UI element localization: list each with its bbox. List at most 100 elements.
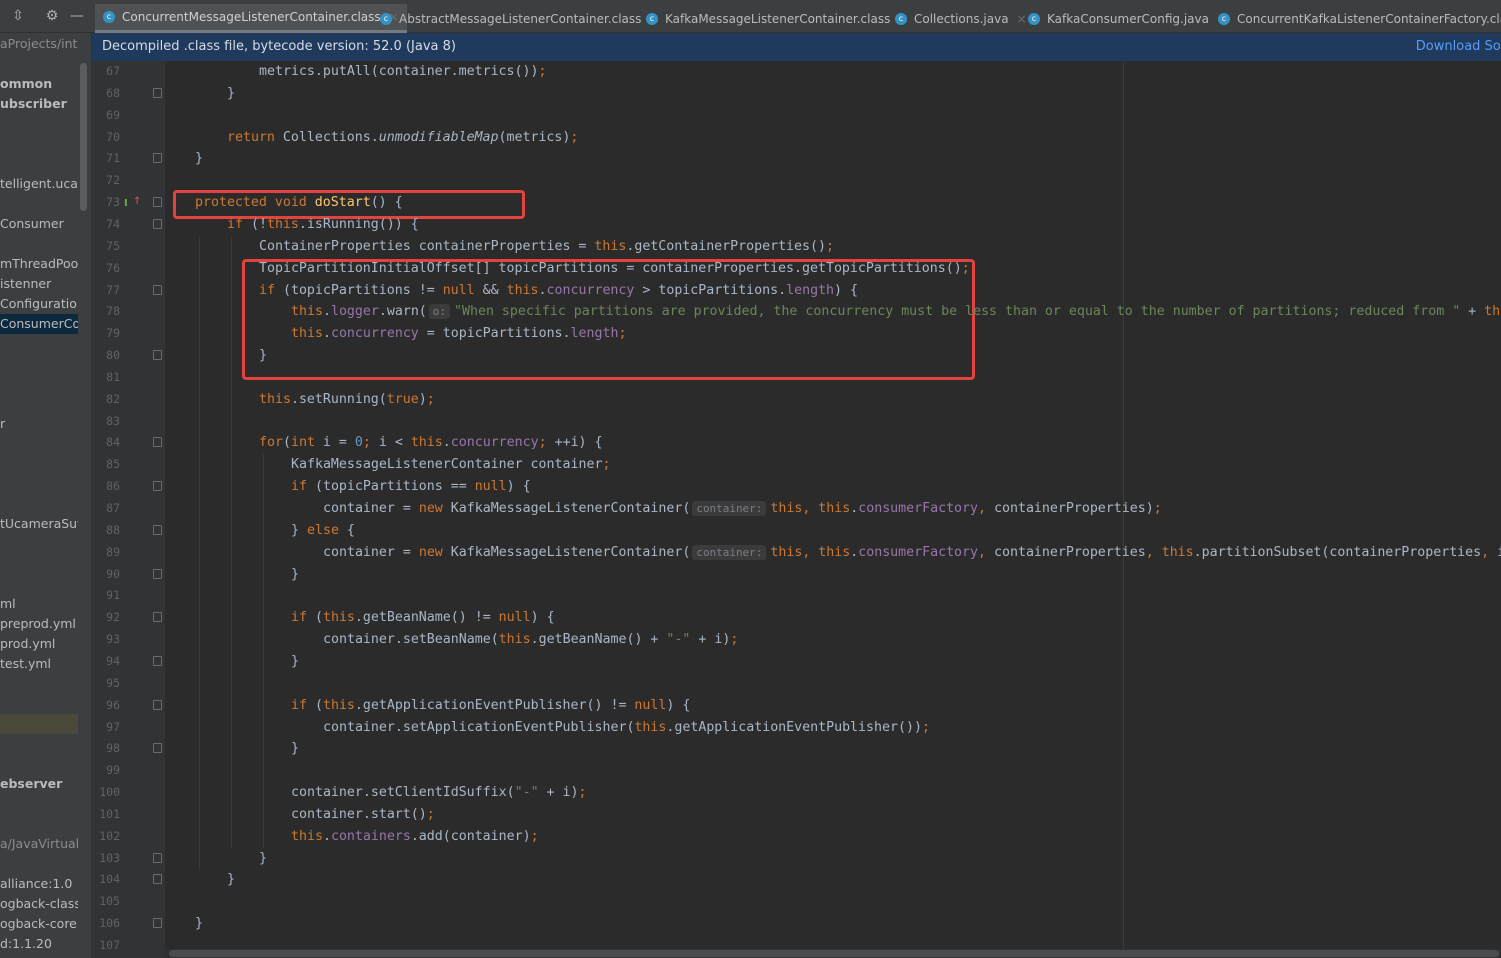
decompiled-banner: Decompiled .class file, bytecode version… — [92, 33, 1501, 61]
code-token: i < — [378, 435, 411, 451]
minimize-icon[interactable]: — — [69, 8, 85, 24]
tree-item[interactable]: ogback-class — [0, 894, 78, 914]
code-token: null — [474, 479, 507, 495]
fold-marker-icon[interactable] — [153, 655, 162, 666]
code-token: return — [227, 129, 283, 145]
line-number: 106 — [99, 916, 120, 931]
tree-item[interactable]: a/JavaVirtual — [0, 834, 78, 854]
tab-2[interactable]: cKafkaMessageListenerContainer.class× — [638, 4, 916, 33]
code-token: new — [418, 544, 451, 560]
code-token: containers — [330, 828, 411, 844]
code-token: , this — [1145, 544, 1194, 560]
code-token: KafkaMessageListenerContainer( — [450, 544, 691, 560]
tree-item[interactable]: d:1.1.20 — [0, 934, 78, 954]
code-line: if (this.getBeanName() != null) { — [291, 607, 555, 628]
tree-item[interactable]: aProjects/inte — [0, 34, 78, 54]
line-number: 67 — [106, 64, 120, 78]
code-token: container.setApplicationEventPublisher( — [323, 719, 635, 735]
tab-label: ConcurrentMessageListenerContainer.class — [122, 10, 381, 24]
code-line: } — [195, 913, 203, 934]
fold-marker-icon[interactable] — [153, 524, 162, 535]
tree-item[interactable] — [0, 714, 78, 734]
tree-item[interactable]: preprod.yml — [0, 614, 78, 634]
code-token: this, this — [770, 544, 851, 560]
tree-item[interactable]: ConsumerCor — [0, 314, 78, 334]
download-sources-link[interactable]: Download Sou — [1416, 33, 1501, 61]
line-number: 93 — [106, 632, 120, 647]
tree-item[interactable]: tUcameraSut — [0, 514, 78, 534]
code-token: + i) — [690, 632, 731, 648]
parameter-hint: container: — [692, 501, 767, 516]
tree-item[interactable]: istenner — [0, 274, 78, 294]
tab-1[interactable]: cAbstractMessageListenerContainer.class× — [372, 4, 667, 33]
fold-marker-icon[interactable] — [153, 218, 162, 229]
tree-item[interactable]: ubscriber — [0, 94, 78, 114]
fold-marker-icon[interactable] — [153, 87, 162, 98]
expand-collapse-icon[interactable]: ⇳ — [10, 8, 26, 24]
implements-method-icon[interactable]: I — [124, 198, 128, 209]
fold-marker-icon[interactable] — [153, 699, 162, 710]
tree-item[interactable]: ml — [0, 594, 78, 614]
horizontal-scrollbar[interactable] — [165, 949, 1501, 958]
code-line: } — [259, 345, 267, 366]
banner-text: Decompiled .class file, bytecode version… — [102, 39, 456, 54]
fold-marker-icon[interactable] — [153, 153, 162, 164]
code-token: this — [634, 719, 667, 735]
code-line: protected void doStart() { — [195, 192, 403, 213]
tab-3[interactable]: c Collections.java × — [887, 4, 1035, 33]
sidebar-scrollbar[interactable] — [80, 63, 87, 211]
fold-marker-icon[interactable] — [153, 284, 162, 295]
gear-icon[interactable]: ⚙ — [44, 8, 60, 24]
tree-item[interactable]: prod.yml — [0, 634, 78, 654]
indent-guide — [263, 454, 264, 848]
fold-marker-icon[interactable] — [153, 197, 162, 208]
line-number: 78 — [106, 304, 120, 319]
code-token: ( — [314, 610, 323, 626]
code-line: this.setRunning(true); — [259, 389, 435, 410]
tree-item[interactable]: mThreadPool' — [0, 254, 78, 274]
code-token: concurrency — [330, 326, 419, 342]
fold-marker-icon[interactable] — [153, 568, 162, 579]
fold-marker-icon[interactable] — [153, 612, 162, 623]
fold-marker-icon[interactable] — [153, 481, 162, 492]
tab-0[interactable]: c ConcurrentMessageListenerContainer.clas… — [95, 4, 407, 33]
fold-marker-icon[interactable] — [153, 874, 162, 885]
tree-item[interactable]: Configuration — [0, 294, 78, 314]
tree-item[interactable]: Consumer — [0, 214, 78, 234]
fold-marker-icon[interactable] — [153, 350, 162, 361]
line-number: 90 — [106, 566, 120, 581]
tab-5[interactable]: c ConcurrentKafkaListenerContainerFactory… — [1210, 4, 1501, 33]
code-line: metrics.putAll(container.metrics()); — [259, 61, 547, 82]
tree-item[interactable]: alliance:1.0 — [0, 874, 78, 894]
override-arrow-icon[interactable]: ↑ — [133, 196, 141, 207]
line-number: 81 — [106, 369, 120, 384]
tree-item[interactable]: ebserver — [0, 774, 78, 794]
code-line: container.setBeanName(this.getBeanName()… — [323, 629, 738, 650]
code-token: ; — [602, 457, 611, 473]
code-editor[interactable]: 67 68 69 70 71 72 73 74 75 76 77 78 79 80 81 82 83 84 85 86… — [92, 61, 1501, 958]
tree-item[interactable]: ommon — [0, 74, 78, 94]
tree-item[interactable]: test.yml — [0, 654, 78, 674]
fold-marker-icon[interactable] — [153, 743, 162, 754]
code-token: = topicPartitions. — [418, 326, 571, 342]
fold-marker-icon[interactable] — [153, 918, 162, 929]
code-token: .add(container) — [410, 828, 531, 844]
code-token: .getApplicationEventPublisher()) — [666, 719, 922, 735]
code-line: TopicPartitionInitialOffset[] topicParti… — [259, 258, 970, 279]
tree-item[interactable]: r — [0, 414, 78, 434]
line-number: 72 — [106, 173, 120, 188]
tree-item[interactable]: ogback-core — [0, 914, 78, 934]
line-number: 107 — [99, 938, 120, 952]
code-token: } — [291, 653, 299, 669]
scrollbar-thumb[interactable] — [169, 950, 1499, 957]
tree-item[interactable]: telligent.ucar — [0, 174, 78, 194]
code-line: } — [291, 564, 299, 585]
fold-marker-icon[interactable] — [153, 437, 162, 448]
line-number: 77 — [106, 282, 120, 297]
fold-marker-icon[interactable] — [153, 852, 162, 863]
tab-4[interactable]: cKafkaConsumerConfig.java× — [1020, 4, 1235, 33]
code-token: . — [442, 435, 451, 451]
code-token: .partitionSubset(containerProperties — [1193, 544, 1482, 560]
code-token: (metrics) — [498, 129, 571, 145]
code-token: doStart — [314, 195, 371, 211]
